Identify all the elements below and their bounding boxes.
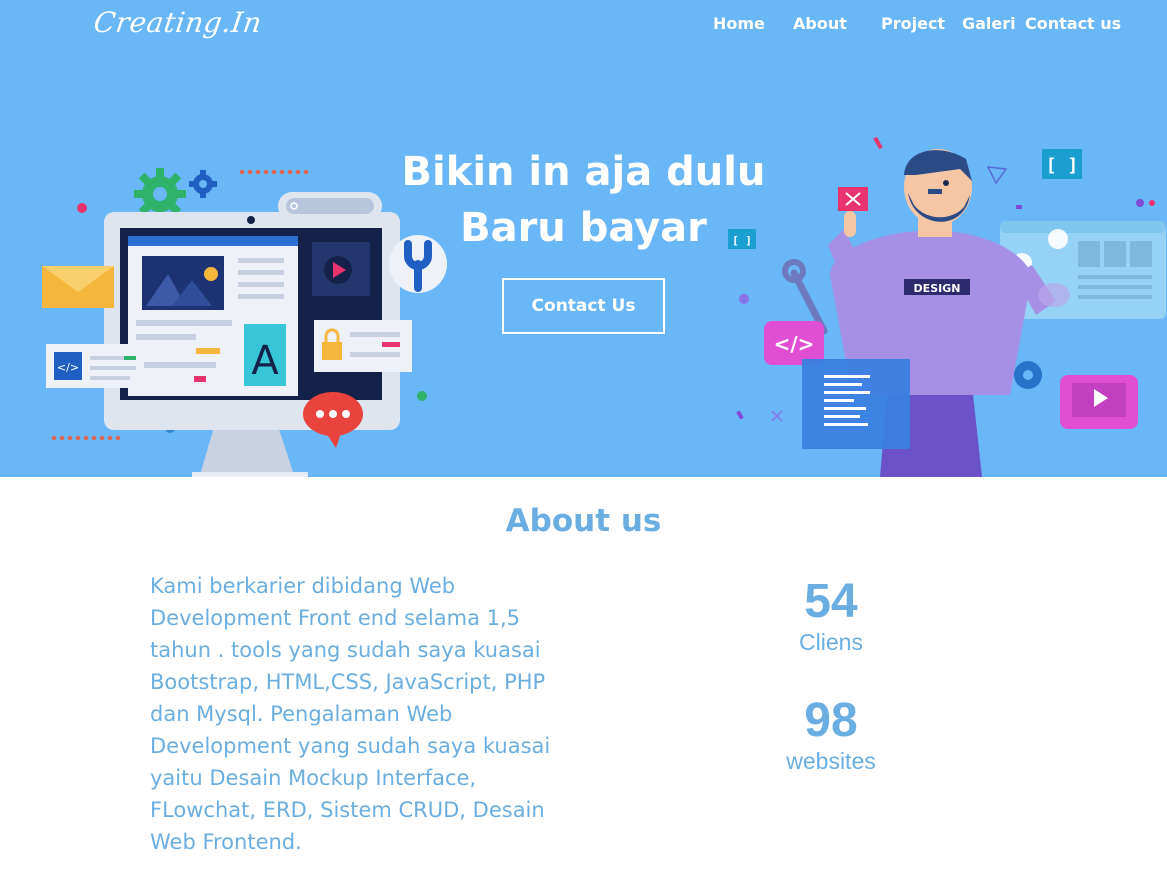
contact-us-button[interactable]: Contact Us <box>502 278 665 334</box>
web-development-illustration: A </> <box>42 168 447 477</box>
stat-websites-label: websites <box>786 748 876 774</box>
nav-link-project[interactable]: Project <box>881 14 945 36</box>
nav-link-home[interactable]: Home <box>713 14 765 36</box>
nav-link-galeri[interactable]: Galeri <box>962 14 1016 36</box>
stat-websites-value: 98 <box>804 694 858 747</box>
stat-websites: 98 websites <box>760 694 902 774</box>
stat-clients-value: 54 <box>804 575 858 628</box>
svg-text:</>: </> <box>774 332 815 356</box>
hero-section: Creating.In Home About Project Galeri Co… <box>0 0 1167 477</box>
about-section-title: About us <box>505 503 662 539</box>
about-description: Kami berkarier dibidang Web Development … <box>150 574 551 854</box>
svg-text:A: A <box>251 338 279 384</box>
web-designer-illustration: [ ] [ ] DESIGN </> <box>728 136 1166 477</box>
hero-headline-line2: Baru bayar <box>460 205 707 251</box>
svg-text:</>: </> <box>57 361 79 374</box>
nav-link-contact[interactable]: Contact us <box>1025 14 1121 36</box>
stat-clients: 54 Cliens <box>760 575 902 655</box>
hero-headline-line1: Bikin in aja dulu <box>401 149 766 195</box>
nav-link-about[interactable]: About <box>793 14 847 36</box>
stat-clients-label: Cliens <box>799 629 863 655</box>
brand-logo[interactable]: Creating.In <box>92 6 264 39</box>
shirt-text: DESIGN <box>914 282 961 295</box>
svg-text:[ ]: [ ] <box>1046 155 1079 176</box>
